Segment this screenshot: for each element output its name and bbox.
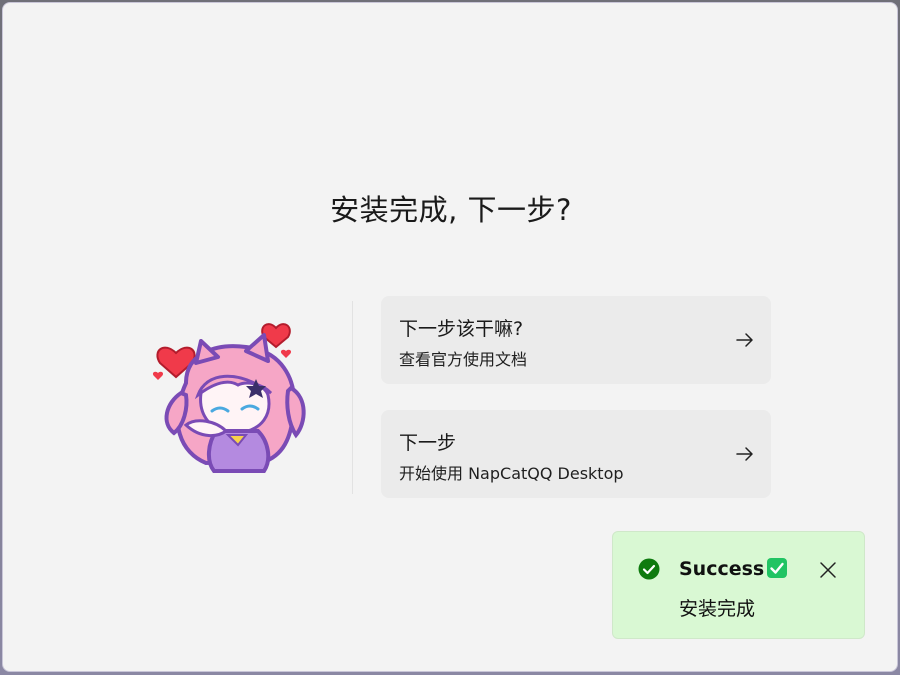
installer-window: 安装完成, 下一步? 下一步该干嘛? 查看官方使用文档 下一步 开始使用 Nap… [2,2,898,672]
start-card-subtitle: 开始使用 NapCatQQ Desktop [399,464,624,483]
docs-card-title: 下一步该干嘛? [399,318,524,340]
arrow-right-icon [736,447,753,461]
check-circle-icon [638,558,660,580]
toast-message: 安装完成 [679,598,756,620]
toast-title-text: Success [679,558,765,580]
check-mark-button-icon [767,558,788,578]
close-icon[interactable] [819,561,837,579]
toast-title: Success [679,558,788,580]
docs-card[interactable]: 下一步该干嘛? 查看官方使用文档 [381,296,771,384]
vertical-divider [352,301,353,494]
start-card-title: 下一步 [399,432,457,454]
start-desktop-card[interactable]: 下一步 开始使用 NapCatQQ Desktop [381,410,771,498]
docs-card-subtitle: 查看官方使用文档 [399,350,528,369]
arrow-right-icon [736,333,753,347]
page-title: 安装完成, 下一步? [330,193,572,227]
mascot-illustration [152,323,306,473]
heart-icon [152,371,164,380]
heart-icon [280,349,292,358]
success-toast: Success 安装完成 [612,531,865,639]
